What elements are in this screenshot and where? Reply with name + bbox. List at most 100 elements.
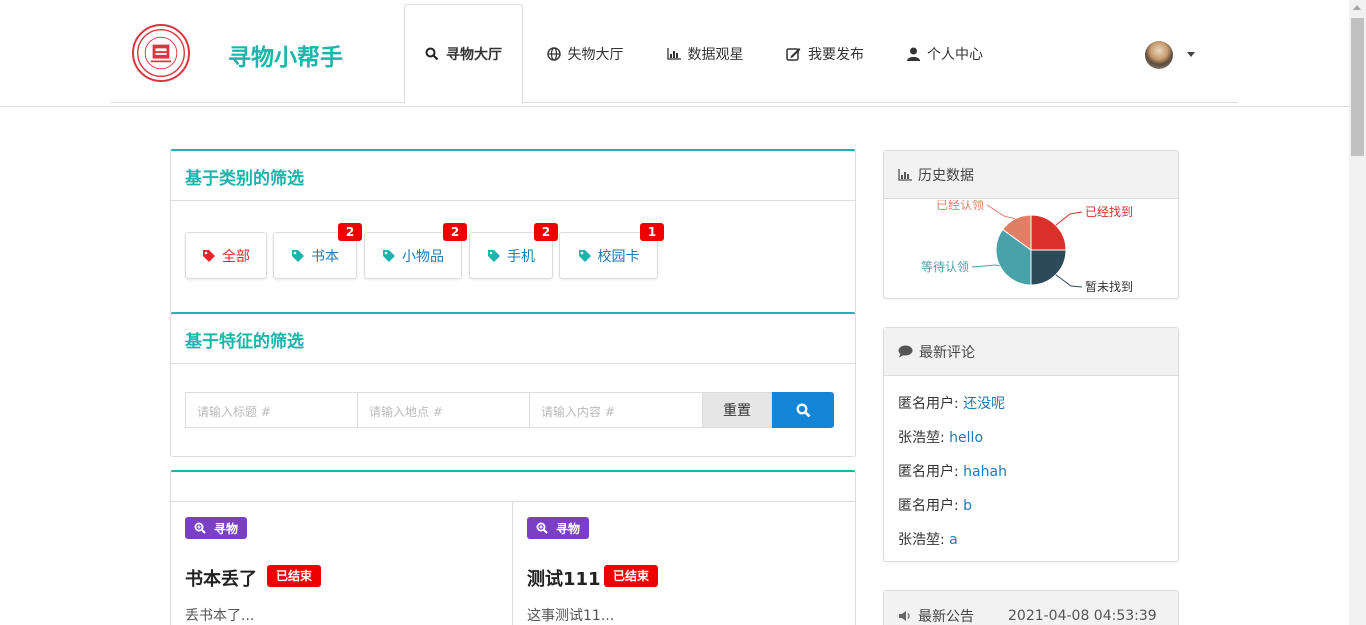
comment-user: 张浩堃: [898,430,945,446]
post-type-label: 寻物 [214,521,239,536]
pie-leader-line [971,264,1000,268]
history-pie-chart: 已经找到暂未找到 等待认领 已经认领 [921,200,1133,294]
post-title[interactable]: 测试111 [527,565,601,591]
post-description: 丢书本了... [185,608,255,624]
comment-user: 张浩堃: [898,532,945,548]
post-card[interactable]: 寻物 书本丢了 已结束 丢书本了... [171,501,513,625]
post-card[interactable]: 寻物 测试111 已结束 这事测试11... [513,501,855,625]
comment-text[interactable]: a [949,532,958,548]
nav-tab-label: 我要发布 [808,46,864,63]
latest-comments-panel: 最新评论 匿名用户: 还没呢 张浩堃: hello 匿名用户: hahah 匿名… [883,327,1179,562]
post-title[interactable]: 书本丢了 [185,565,257,591]
nav-tab-label: 寻物大厅 [446,47,502,63]
pie-slice-label: 已经认领 [936,200,984,212]
edit-icon [786,47,801,61]
pie-slice[interactable] [1030,249,1067,286]
history-data-panel: 历史数据 已经找到暂未找到 等待认领 已经认领 [883,150,1179,299]
search-icon [796,403,810,417]
comment-user: 匿名用户: [898,396,959,412]
category-label: 书本 [311,248,339,265]
bar-chart-icon [898,168,912,181]
announcement-time: 2021-04-08 04:53:39 [1008,608,1157,624]
comment-user: 匿名用户: [898,464,959,480]
tag-icon [488,249,500,262]
scroll-up-icon[interactable] [1353,5,1361,10]
zoom-icon [194,522,206,534]
comment-item[interactable]: 匿名用户: b [898,495,972,515]
category-count-badge: 2 [443,223,467,241]
bar-chart-icon [666,47,681,60]
tag-icon [383,249,395,262]
search-button[interactable] [772,392,834,428]
latest-comments-title: 最新评论 [919,344,975,361]
scrollbar-thumb[interactable] [1351,18,1364,156]
pie-leader-line [1055,274,1083,288]
category-count-badge: 1 [640,223,664,241]
speaker-icon [899,611,910,621]
category-count-badge: 2 [534,223,558,241]
comment-text[interactable]: hahah [963,464,1007,480]
comment-user: 匿名用户: [898,498,959,514]
location-input[interactable]: 请输入地点 # [357,392,530,428]
post-type-tag: 寻物 [527,517,590,539]
category-all-button[interactable]: 全部 [185,232,267,279]
tag-icon [578,249,591,262]
nav-tab-data-view[interactable]: 数据观星 [655,4,755,103]
reset-button[interactable]: 重置 [702,392,772,428]
pie-leader-line [1055,211,1083,226]
nav-tab-lost-hall[interactable]: 失物大厅 [535,4,635,103]
nav-tab-label: 失物大厅 [567,46,624,63]
announcement-title: 最新公告 [918,609,974,625]
comment-item[interactable]: 张浩堃: a [898,529,958,549]
pie-slice[interactable] [1030,214,1067,251]
post-type-tag: 寻物 [185,517,248,539]
user-icon [907,47,920,61]
tag-icon [292,249,304,262]
nav-tab-search-hall[interactable]: 寻物大厅 [404,4,523,104]
comment-text[interactable]: b [963,498,972,514]
latest-comments-header: 最新评论 [884,328,1178,376]
post-description: 这事测试11... [527,608,615,624]
status-badge: 已结束 [604,565,659,587]
nav-tab-label: 个人中心 [927,46,983,63]
announcement-header: 最新公告 2021-04-08 04:53:39 [884,591,1178,625]
announcement-panel: 最新公告 2021-04-08 04:53:39 [883,590,1179,625]
category-count-badge: 2 [338,223,362,241]
user-avatar[interactable] [1145,41,1173,69]
category-filter-title: 基于类别的筛选 [171,151,855,201]
nav-tab-profile[interactable]: 个人中心 [895,4,995,103]
search-icon [425,47,439,61]
comment-text[interactable]: 还没呢 [963,396,1005,412]
title-input[interactable]: 请输入标题 # [185,392,358,428]
feature-filter-title: 基于特征的筛选 [171,314,855,364]
history-data-title: 历史数据 [918,167,974,184]
pie-slice-label: 等待认领 [921,260,969,274]
category-label: 小物品 [402,248,444,265]
chevron-down-icon[interactable] [1187,52,1195,57]
category-label: 全部 [222,248,250,265]
category-label: 手机 [507,248,535,265]
comment-item[interactable]: 匿名用户: 还没呢 [898,393,1005,413]
tag-icon [203,249,215,262]
comment-item[interactable]: 匿名用户: hahah [898,461,1007,481]
post-type-label: 寻物 [556,521,581,536]
content-input[interactable]: 请输入内容 # [529,392,703,428]
nav-tab-publish[interactable]: 我要发布 [775,4,875,103]
pie-slice-label: 暂未找到 [1085,280,1133,294]
pie-slice-label: 已经找到 [1085,205,1133,219]
globe-icon [546,46,561,61]
nav-tab-label: 数据观星 [687,46,744,63]
comment-icon [898,345,913,358]
zoom-icon [536,522,548,534]
comment-text[interactable]: hello [949,430,983,446]
status-badge: 已结束 [267,565,322,587]
history-data-header: 历史数据 [884,151,1178,199]
top-navbar: 寻物小帮手 寻物大厅 失物大厅 数据观星 我要发布 个人中心 [0,0,1349,107]
navbar-inner: 寻物小帮手 寻物大厅 失物大厅 数据观星 我要发布 个人中心 [110,0,1238,104]
page-scrollbar[interactable] [1349,0,1366,625]
pie-leader-line [986,204,1016,220]
feature-filter-panel: 基于特征的筛选 [170,312,856,457]
comment-item[interactable]: 张浩堃: hello [898,427,983,447]
university-logo[interactable] [132,24,190,82]
app-title[interactable]: 寻物小帮手 [228,38,343,72]
